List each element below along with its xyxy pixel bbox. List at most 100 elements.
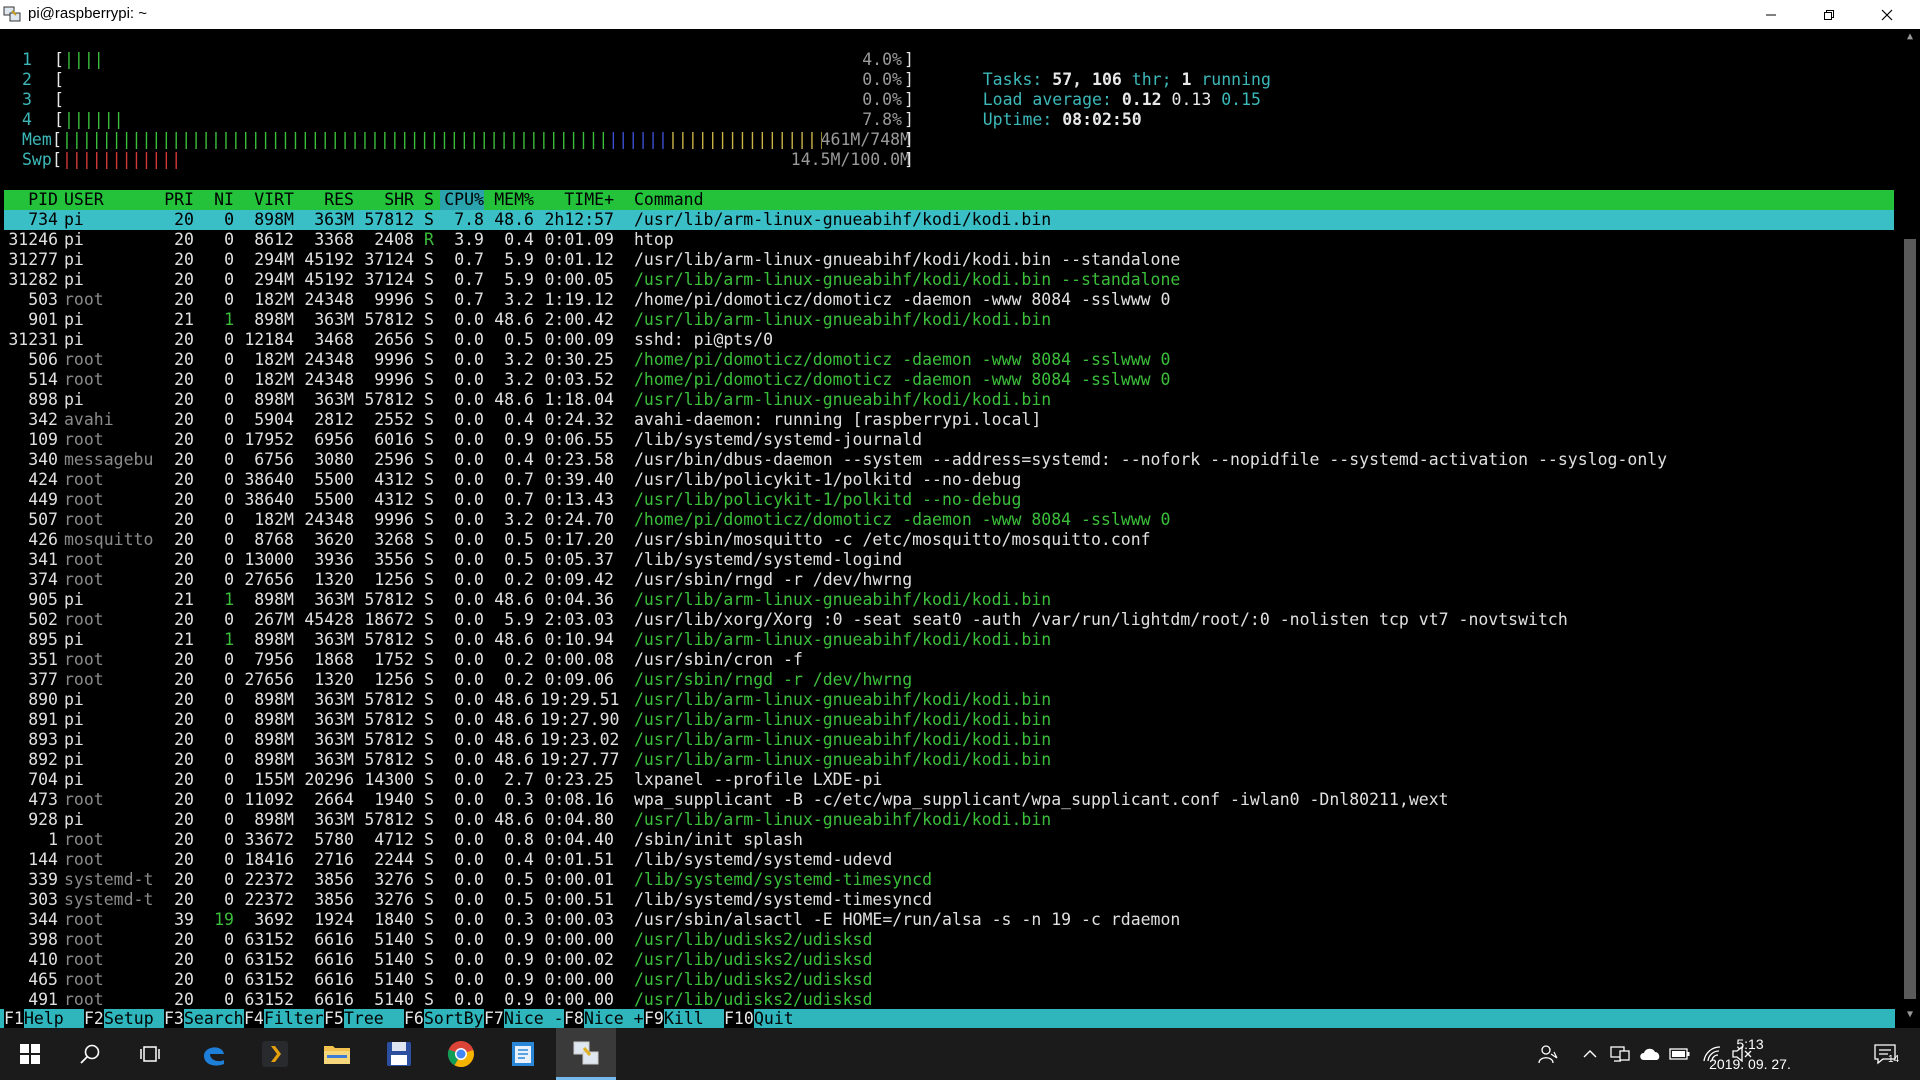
action-center-button[interactable]: 14 [1868, 1042, 1902, 1066]
process-row[interactable]: 341 root 20 0 13000 3936 3556 S 0.0 0.5 0:05.37/li… [4, 550, 1894, 570]
minimize-button[interactable] [1742, 0, 1800, 29]
process-row[interactable]: 31282 pi 20 0 294M 45192 37124 S 0.7 5.9 0:00.05/u… [4, 270, 1894, 290]
fkey-f5-key[interactable]: F5 [324, 1009, 344, 1029]
fkey-f10-key[interactable]: F10 [724, 1009, 754, 1029]
fkey-f3-key[interactable]: F3 [164, 1009, 184, 1029]
edge-button[interactable] [184, 1028, 244, 1080]
process-row[interactable]: 109 root 20 0 17952 6956 6016 S 0.0 0.9 0:06.55/li… [4, 430, 1894, 450]
notepad-button[interactable] [493, 1028, 553, 1080]
cpu-bracket-open: [ [54, 110, 64, 129]
process-row[interactable]: 377 root 20 0 27656 1320 1256 S 0.0 0.2 0:09.06/us… [4, 670, 1894, 690]
process-row[interactable]: 890 pi 20 0 898M 363M 57812 S 0.0 48.6 19:29.51/us… [4, 690, 1894, 710]
fkey-f1-label[interactable]: Help [24, 1009, 84, 1029]
column-header-ni[interactable]: NI [198, 190, 234, 210]
search-button[interactable] [60, 1028, 120, 1080]
fkey-f10-label[interactable]: Quit [754, 1009, 814, 1029]
process-row[interactable]: 340 messagebu 20 0 6756 3080 2596 S 0.0 0.4 0:23.5… [4, 450, 1894, 470]
column-header-pid[interactable]: PID [0, 190, 58, 210]
process-row[interactable]: 344 root 39 19 3692 1924 1840 S 0.0 0.3 0:00.03/us… [4, 910, 1894, 930]
taskbar-clock[interactable]: 5:13 2019. 09. 27. [1690, 1034, 1810, 1074]
process-row[interactable]: 514 root 20 0 182M 24348 9996 S 0.0 3.2 0:03.52/ho… [4, 370, 1894, 390]
task-view-button[interactable] [120, 1028, 180, 1080]
column-header-time[interactable]: TIME+ [540, 190, 614, 210]
column-header-user[interactable]: USER [64, 190, 164, 210]
fkey-f9-key[interactable]: F9 [644, 1009, 664, 1029]
people-icon[interactable] [1536, 1042, 1560, 1066]
fkey-f7-label[interactable]: Nice - [504, 1009, 564, 1029]
column-header-res[interactable]: RES [294, 190, 354, 210]
fkey-f6-key[interactable]: F6 [404, 1009, 424, 1029]
process-row[interactable]: 424 root 20 0 38640 5500 4312 S 0.0 0.7 0:39.40/us… [4, 470, 1894, 490]
process-row[interactable]: 342 avahi 20 0 5904 2812 2552 S 0.0 0.4 0:24.32 ava… [4, 410, 1894, 430]
process-row[interactable]: 892 pi 20 0 898M 363M 57812 S 0.0 48.6 19:27.77/us… [4, 750, 1894, 770]
process-row[interactable]: 502 root 20 0 267M 45428 18672 S 0.0 5.9 2:03.03/u… [4, 610, 1894, 630]
process-row[interactable]: 339 systemd-t 20 0 22372 3856 3276 S 0.0 0.5 0:00.… [4, 870, 1894, 890]
process-row[interactable]: 31231 pi 20 0 12184 3468 2656 S 0.0 0.5 0:00.09 ssh… [4, 330, 1894, 350]
process-row[interactable]: 374 root 20 0 27656 1320 1256 S 0.0 0.2 0:09.42/us… [4, 570, 1894, 590]
chrome-button[interactable] [431, 1028, 491, 1080]
fkey-f8-key[interactable]: F8 [564, 1009, 584, 1029]
fkey-f6-label[interactable]: SortBy [424, 1009, 484, 1029]
battery-icon[interactable] [1668, 1042, 1692, 1066]
process-row[interactable]: 491 root 20 0 63152 6616 5140 S 0.0 0.9 0:00.00/us… [4, 990, 1894, 1010]
process-row[interactable]: 1 root 20 0 33672 5780 4712 S 0.0 0.8 0:04.40/sbin… [4, 830, 1894, 850]
fkey-f3-label[interactable]: Search [184, 1009, 244, 1029]
scrollbar-thumb[interactable] [1904, 239, 1916, 999]
column-header-cpu[interactable]: CPU% [440, 190, 484, 210]
scroll-down-arrow-icon[interactable]: ▼ [1902, 1009, 1918, 1025]
fkey-f4-label[interactable]: Filter [264, 1009, 324, 1029]
column-header-mem[interactable]: MEM% [488, 190, 534, 210]
putty-button[interactable] [556, 1028, 616, 1080]
process-row[interactable]: 31246 pi 20 0 8612 3368 2408 R 3.9 0.4 0:01.09 htop [4, 230, 1894, 250]
process-table-header[interactable]: PID USER PRI NI VIRT RES SHR S CPU% MEM% TIME+ Comm… [4, 190, 1894, 210]
process-row[interactable]: 449 root 20 0 38640 5500 4312 S 0.0 0.7 0:13.43/us… [4, 490, 1894, 510]
scroll-up-arrow-icon[interactable]: ▲ [1902, 31, 1918, 47]
process-row[interactable]: 898 pi 20 0 898M 363M 57812 S 0.0 48.6 1:18.04/usr… [4, 390, 1894, 410]
column-header-cmd[interactable]: Command [634, 190, 1894, 210]
fkey-f4-key[interactable]: F4 [244, 1009, 264, 1029]
process-row[interactable]: 704 pi 20 0 155M 20296 14300 S 0.0 2.7 0:23.25 lxpa… [4, 770, 1894, 790]
file-explorer-button[interactable] [307, 1028, 367, 1080]
process-row[interactable]: 398 root 20 0 63152 6616 5140 S 0.0 0.9 0:00.00/us… [4, 930, 1894, 950]
close-button[interactable] [1858, 0, 1916, 29]
fkey-f7-key[interactable]: F7 [484, 1009, 504, 1029]
process-row[interactable]: 891 pi 20 0 898M 363M 57812 S 0.0 48.6 19:27.90/us… [4, 710, 1894, 730]
tray-chevron-up-icon[interactable] [1578, 1042, 1602, 1066]
process-row[interactable]: 893 pi 20 0 898M 363M 57812 S 0.0 48.6 19:23.02/us… [4, 730, 1894, 750]
plex-button[interactable] [245, 1028, 305, 1080]
process-row[interactable]: 351 root 20 0 7956 1868 1752 S 0.0 0.2 0:00.08/usr… [4, 650, 1894, 670]
process-row[interactable]: 506 root 20 0 182M 24348 9996 S 0.0 3.2 0:30.25/ho… [4, 350, 1894, 370]
column-header-virt[interactable]: VIRT [234, 190, 294, 210]
process-row[interactable]: 503 root 20 0 182M 24348 9996 S 0.7 3.2 1:19.12/ho… [4, 290, 1894, 310]
restore-button[interactable] [1800, 0, 1858, 29]
fkey-f8-label[interactable]: Nice + [584, 1009, 644, 1029]
fkey-f1-key[interactable]: F1 [4, 1009, 24, 1029]
fkey-f9-label[interactable]: Kill [664, 1009, 724, 1029]
network-device-icon[interactable] [1608, 1042, 1632, 1066]
fkey-f2-key[interactable]: F2 [84, 1009, 104, 1029]
window-title-bar[interactable]: pi@raspberrypi: ~ [0, 0, 1920, 29]
process-row[interactable]: 465 root 20 0 63152 6616 5140 S 0.0 0.9 0:00.00/us… [4, 970, 1894, 990]
start-button[interactable] [0, 1028, 60, 1080]
save-app-button[interactable] [369, 1028, 429, 1080]
column-header-shr[interactable]: SHR [354, 190, 414, 210]
terminal-area[interactable]: 1[|||| 4.0%] 2[0.0%] 3[0.0%] 4[|||||| 7.8%] M… [0, 29, 1900, 1029]
terminal-scrollbar[interactable]: ▲ ▼ [1900, 29, 1920, 1028]
fkey-f2-label[interactable]: Setup [104, 1009, 164, 1029]
process-row[interactable]: 303 systemd-t 20 0 22372 3856 3276 S 0.0 0.5 0:00.… [4, 890, 1894, 910]
process-row[interactable]: 426 mosquitto 20 0 8768 3620 3268 S 0.0 0.5 0:17.2… [4, 530, 1894, 550]
process-row[interactable]: 473 root 20 0 11092 2664 1940 S 0.0 0.3 0:08.16 wpa… [4, 790, 1894, 810]
process-row[interactable]: 144 root 20 0 18416 2716 2244 S 0.0 0.4 0:01.51/li… [4, 850, 1894, 870]
column-header-pri[interactable]: PRI [158, 190, 194, 210]
process-row[interactable]: 410 root 20 0 63152 6616 5140 S 0.0 0.9 0:00.02/us… [4, 950, 1894, 970]
process-row[interactable]: 734 pi 20 0 898M 363M 57812 S 7.8 48.6 2h12:57/usr… [4, 210, 1894, 230]
process-row[interactable]: 31277 pi 20 0 294M 45192 37124 S 0.7 5.9 0:01.12/u… [4, 250, 1894, 270]
process-row[interactable]: 507 root 20 0 182M 24348 9996 S 0.0 3.2 0:24.70/ho… [4, 510, 1894, 530]
column-header-s[interactable]: S [424, 190, 438, 210]
process-row[interactable]: 895 pi 21 1 898M 363M 57812 S 0.0 48.6 0:10.94/usr… [4, 630, 1894, 650]
process-row[interactable]: 905 pi 21 1 898M 363M 57812 S 0.0 48.6 0:04.36/usr… [4, 590, 1894, 610]
process-row[interactable]: 901 pi 21 1 898M 363M 57812 S 0.0 48.6 2:00.42/usr… [4, 310, 1894, 330]
fkey-f5-label[interactable]: Tree [344, 1009, 404, 1029]
process-row[interactable]: 928 pi 20 0 898M 363M 57812 S 0.0 48.6 0:04.80/usr… [4, 810, 1894, 830]
onedrive-icon[interactable] [1638, 1042, 1662, 1066]
